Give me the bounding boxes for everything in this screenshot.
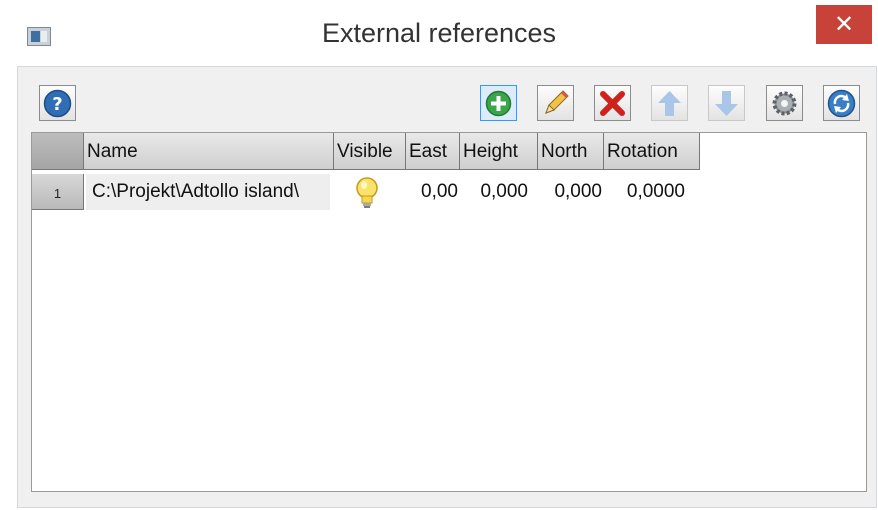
cell-height[interactable]: 0,000 (460, 174, 528, 210)
edit-button[interactable] (537, 85, 574, 121)
close-button[interactable]: ✕ (816, 5, 872, 44)
delete-icon (600, 91, 625, 116)
external-references-dialog: External references ✕ ? Name Visible Eas… (0, 0, 878, 510)
settings-button[interactable] (766, 85, 803, 121)
column-header-height[interactable]: Height (460, 133, 538, 170)
dialog-title: External references (321, 18, 557, 48)
pencil-icon (545, 90, 569, 114)
svg-text:?: ? (52, 94, 62, 115)
column-header-visible[interactable]: Visible (334, 133, 406, 170)
column-header-name[interactable]: Name (84, 133, 334, 170)
column-header-rotation[interactable]: Rotation (604, 133, 700, 170)
column-header-north[interactable]: North (538, 133, 604, 170)
arrow-up-icon (658, 91, 681, 116)
title-bar[interactable]: External references ✕ (0, 0, 878, 64)
references-grid[interactable]: Name Visible East Height North Rotation … (31, 132, 867, 492)
cell-name[interactable]: C:\Projekt\Adtollo island\ (86, 174, 330, 210)
add-icon (485, 90, 512, 117)
cell-north[interactable]: 0,000 (538, 174, 602, 210)
cell-east[interactable]: 0,00 (406, 174, 458, 210)
refresh-icon (827, 89, 856, 118)
delete-button[interactable] (594, 85, 631, 121)
lightbulb-icon (356, 177, 378, 208)
cell-visible[interactable] (355, 176, 387, 212)
column-header-east[interactable]: East (406, 133, 460, 170)
gear-icon (772, 91, 797, 116)
move-down-button[interactable] (708, 85, 745, 121)
arrow-down-icon (715, 91, 738, 116)
move-up-button[interactable] (651, 85, 688, 121)
add-button[interactable] (480, 85, 517, 121)
cell-rotation[interactable]: 0,0000 (604, 174, 685, 210)
refresh-button[interactable] (823, 85, 860, 121)
help-icon: ? (43, 89, 72, 118)
help-button[interactable]: ? (39, 85, 76, 121)
grid-corner-header[interactable] (32, 133, 84, 170)
row-header[interactable]: 1 (32, 174, 84, 210)
